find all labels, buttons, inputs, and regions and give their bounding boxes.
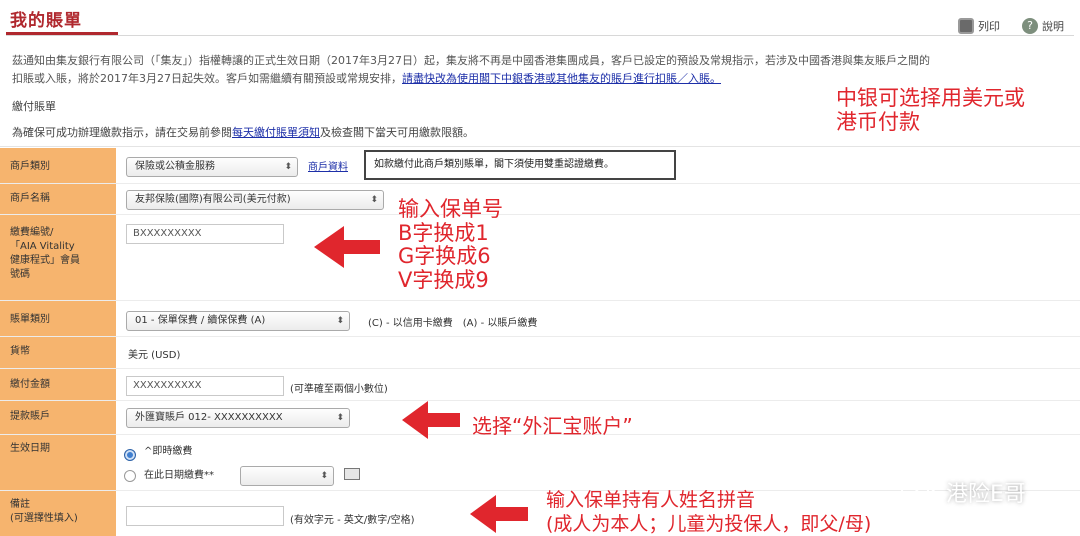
pay-date-select[interactable]: ⬍ xyxy=(240,466,334,486)
title-divider xyxy=(6,35,1074,36)
instruction-prefix: 為確保可成功辦理繳款指示，請在交易前參閱 xyxy=(12,126,232,139)
bill-type-hint: (C) - 以信用卡繳費 (A) - 以賬戶繳費 xyxy=(368,318,538,329)
select-arrows-icon: ⬍ xyxy=(336,316,344,326)
merchant-name-value: 友邦保險(國際)有限公司(美元付款) xyxy=(135,194,291,205)
pay-later-label: 在此日期繳費** xyxy=(144,470,214,481)
merchant-type-value: 保險或公積金服務 xyxy=(135,161,215,172)
debit-account-select[interactable]: 外匯寶賬戶 012- XXXXXXXXXX ⬍ xyxy=(126,408,350,428)
form-label-column xyxy=(0,148,116,536)
policy-no-annotation: 输入保单号 B字换成1 G字换成6 V字换成9 xyxy=(398,197,503,292)
merchant-name-label: 商戶名稱 xyxy=(10,193,50,204)
name-annotation: 输入保单持有人姓名拼音 (成人为本人；儿童为投保人，即父/母) xyxy=(546,489,872,535)
pay-later-radio[interactable] xyxy=(124,470,136,482)
print-button[interactable]: 列印 xyxy=(958,18,1000,34)
help-button[interactable]: ? 說明 xyxy=(1022,18,1064,34)
account-annotation: 选择“外汇宝账户” xyxy=(472,414,633,438)
account-no-input[interactable]: BXXXXXXXXX xyxy=(126,224,284,244)
row-divider xyxy=(0,214,1080,215)
currency-annotation: 中银可选择用美元或 港币付款 xyxy=(836,86,1025,134)
merchant-info-link[interactable]: 商戶資料 xyxy=(308,158,348,173)
select-arrows-icon: ⬍ xyxy=(370,195,378,205)
arrow-left-icon xyxy=(402,401,460,439)
notice-line-1: 茲通知由集友銀行有限公司（「集友」）指權轉讓的正式生效日期（2017年3月27日… xyxy=(12,54,930,67)
row-divider xyxy=(0,400,1080,401)
currency-label: 貨幣 xyxy=(10,346,30,357)
notice-line-2-text: 扣賬或入賬，將於2017年3月27日起失效。客戶如需繼續有關預設或常規安排， xyxy=(12,72,402,85)
printer-icon xyxy=(958,18,974,34)
currency-value: 美元 (USD) xyxy=(128,350,181,361)
merchant-name-select[interactable]: 友邦保險(國際)有限公司(美元付款) ⬍ xyxy=(126,190,384,210)
arrow-left-icon xyxy=(470,495,528,533)
help-label: 說明 xyxy=(1042,20,1064,33)
print-label: 列印 xyxy=(978,20,1000,33)
instruction-link[interactable]: 每天繳付賬單須知 xyxy=(232,126,320,139)
amount-label: 繳付金額 xyxy=(10,379,50,390)
debit-account-label: 提款賬戶 xyxy=(10,411,50,422)
select-arrows-icon: ⬍ xyxy=(336,413,344,423)
effective-date-label: 生效日期 xyxy=(10,443,50,454)
merchant-type-select[interactable]: 保險或公積金服務 ⬍ xyxy=(126,157,298,177)
notice-link[interactable]: 請盡快改為使用閣下中銀香港或其他集友的賬戶進行扣賬／入賬。 xyxy=(402,72,721,85)
remark-input[interactable] xyxy=(126,506,284,526)
wechat-icon xyxy=(901,479,936,504)
page-title: 我的賬單 xyxy=(10,11,82,31)
instruction-text: 為確保可成功辦理繳款指示，請在交易前參閱每天繳付賬單須知及檢查閣下當天可用繳款限… xyxy=(12,124,474,140)
amount-input[interactable]: XXXXXXXXXX xyxy=(126,376,284,396)
select-arrows-icon: ⬍ xyxy=(284,162,292,172)
bill-type-select[interactable]: 01 - 保單保費 / 續保保費 (A) ⬍ xyxy=(126,311,350,331)
watermark-text: 港险E哥 xyxy=(946,482,1026,507)
row-divider xyxy=(0,300,1080,301)
debit-account-value: 外匯寶賬戶 012- XXXXXXXXXX xyxy=(135,412,283,423)
remark-hint: (有效字元 - 英文/數字/空格) xyxy=(290,515,415,526)
pay-now-radio[interactable] xyxy=(124,449,136,461)
pay-now-label: ^即時繳費 xyxy=(144,446,193,457)
amount-hint: (可準確至兩個小數位) xyxy=(290,384,388,395)
section-title: 繳付賬單 xyxy=(12,100,56,113)
row-divider xyxy=(0,368,1080,369)
form-top-divider xyxy=(0,146,1080,147)
notice-text: 茲通知由集友銀行有限公司（「集友」）指權轉讓的正式生效日期（2017年3月27日… xyxy=(12,52,1072,88)
bill-type-value: 01 - 保單保費 / 續保保費 (A) xyxy=(135,315,266,326)
instruction-suffix: 及檢查閣下當天可用繳款限額。 xyxy=(320,126,474,139)
remark-label: 備註 (可選擇性填入) xyxy=(10,499,78,524)
bill-type-label: 賬單類別 xyxy=(10,314,50,325)
help-icon: ? xyxy=(1022,18,1038,34)
row-divider xyxy=(0,336,1080,337)
account-no-label: 繳費編號/ 「AIA Vitality 健康程式」會員 號碼 xyxy=(10,227,80,280)
select-arrows-icon: ⬍ xyxy=(320,471,328,481)
row-divider xyxy=(0,183,1080,184)
merchant-type-label: 商戶類別 xyxy=(10,161,50,172)
arrow-left-icon xyxy=(314,226,380,268)
two-factor-notice: 如款繳付此商戶類別賬單，閣下須使用雙重認證繳費。 xyxy=(364,150,676,180)
watermark: 港险E哥 xyxy=(900,476,1026,508)
calendar-icon[interactable] xyxy=(344,468,360,480)
